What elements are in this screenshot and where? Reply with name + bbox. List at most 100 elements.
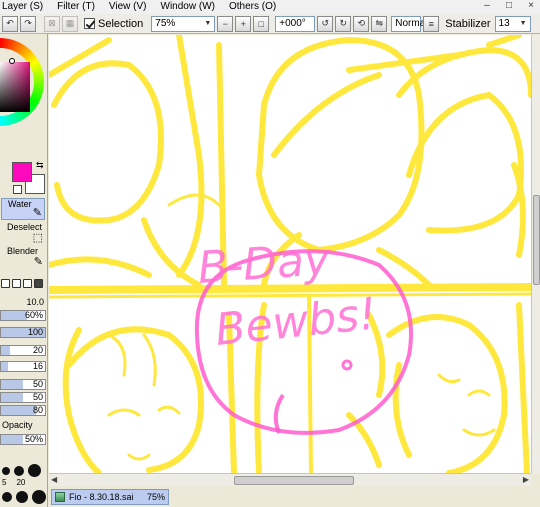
window-controls: – □ × <box>480 0 538 12</box>
brush-size-presets-2 <box>0 490 47 504</box>
param-fill-1 <box>1 346 10 355</box>
tool-water-label: Water <box>8 199 32 209</box>
document-tab[interactable]: Fio - 8.30.18.sai 75% <box>51 489 169 505</box>
menu-window[interactable]: Window (W) <box>154 1 222 13</box>
color-picker-marker[interactable] <box>9 58 15 64</box>
document-name: Fio - 8.30.18.sai <box>69 492 134 502</box>
vertical-scrollbar[interactable] <box>531 35 540 473</box>
brush-icon: ✎ <box>32 207 42 219</box>
menu-lines-icon[interactable]: ≡ <box>423 15 440 32</box>
tool-deselect-label: Deselect <box>7 222 43 232</box>
preset-label-1: 5 <box>2 478 7 487</box>
deselect-icon[interactable]: ⊠ <box>44 15 60 32</box>
rotate-right-icon[interactable]: ↻ <box>335 15 352 32</box>
pink-dot <box>341 359 353 371</box>
param-value-2: 16 <box>32 361 43 371</box>
tool-deselect[interactable]: Deselect ⬚ <box>1 222 45 244</box>
toolbar: ↶ ↷ ⊠ ▦ Selection 75% ▼ − + □ +000° ↺ ↻ … <box>0 14 540 34</box>
preset-circle-6[interactable] <box>32 490 46 504</box>
param-value-3: 50 <box>32 379 43 389</box>
default-colors-icon[interactable] <box>13 185 22 194</box>
flip-icon[interactable]: ⇋ <box>371 15 388 32</box>
brush-size[interactable]: 10.0 <box>0 297 46 309</box>
brush-shape-4[interactable] <box>34 279 43 288</box>
opacity-fill <box>1 435 23 444</box>
rotate-left-icon[interactable]: ↺ <box>317 15 334 32</box>
zoom-out-icon[interactable]: − <box>217 15 234 32</box>
menu-others[interactable]: Others (O) <box>222 1 283 13</box>
menu-layer[interactable]: Layer (S) <box>2 1 50 13</box>
zoom-reset-icon[interactable]: □ <box>253 15 270 32</box>
brush-size-value: 10.0 <box>26 297 44 307</box>
param-value-1: 20 <box>32 345 43 355</box>
mode-select[interactable]: Normal <box>391 15 428 32</box>
param-value-5: 80 <box>32 405 43 415</box>
left-panel: ⇆ Water ✎ Deselect ⬚ Blender ✎ 10.0 60% … <box>0 34 48 507</box>
redo-icon[interactable]: ↷ <box>20 15 36 32</box>
chevron-down-icon: ▼ <box>204 20 212 27</box>
minimize-button[interactable]: – <box>480 0 494 12</box>
horizontal-scroll-thumb[interactable] <box>234 476 354 485</box>
stabilizer-label: Stabilizer <box>445 17 491 30</box>
opacity-slider[interactable]: 50% <box>0 434 46 445</box>
dotted-square-icon: ⬚ <box>32 232 43 244</box>
zoom-value: 75% <box>155 18 176 29</box>
param-fill-2 <box>1 362 9 371</box>
invert-selection-icon[interactable]: ▦ <box>62 15 78 32</box>
vertical-scroll-thumb[interactable] <box>533 195 540 285</box>
tool-blender[interactable]: Blender ✎ <box>1 246 45 268</box>
swap-colors-icon[interactable]: ⇆ <box>36 160 44 171</box>
min-size-slider[interactable]: 60% <box>0 310 46 321</box>
preset-circle-5[interactable] <box>16 491 28 503</box>
sketch-artwork: B-Day Bewbs! <box>49 35 531 473</box>
param-slider-5[interactable]: 80 <box>0 405 46 416</box>
maximize-button[interactable]: □ <box>502 0 516 12</box>
opacity-label: Opacity <box>2 420 33 430</box>
horizontal-scrollbar[interactable]: ◀ ▶ <box>49 473 531 486</box>
opacity-value: 50% <box>24 434 43 444</box>
rotation-field[interactable]: +000° <box>275 15 316 32</box>
zoom-in-icon[interactable]: + <box>235 15 252 32</box>
scroll-right-icon[interactable]: ▶ <box>523 475 529 484</box>
brush-shape-1[interactable] <box>1 279 10 288</box>
param-value-4: 50 <box>32 392 43 402</box>
menu-filter[interactable]: Filter (T) <box>50 1 102 13</box>
zoom-select[interactable]: 75% ▼ <box>151 15 216 32</box>
preset-circle-1[interactable] <box>2 467 10 475</box>
param-fill-3 <box>1 380 23 389</box>
brush-shape-2[interactable] <box>12 279 21 288</box>
param-slider-4[interactable]: 50 <box>0 392 46 403</box>
pink-stroke <box>273 393 285 434</box>
rotate-reset-icon[interactable]: ⟲ <box>353 15 370 32</box>
menu-view[interactable]: View (V) <box>102 1 154 13</box>
brush-shape-row <box>0 279 47 293</box>
preset-circle-4[interactable] <box>2 492 12 502</box>
brush-size-presets <box>0 464 47 477</box>
density-value: 100 <box>27 327 43 337</box>
preset-circle-3[interactable] <box>28 464 41 477</box>
drawing-canvas[interactable]: B-Day Bewbs! <box>49 35 531 473</box>
min-size-value: 60% <box>24 310 43 320</box>
close-button[interactable]: × <box>524 0 538 12</box>
scroll-left-icon[interactable]: ◀ <box>51 475 57 484</box>
blender-icon: ✎ <box>33 256 43 268</box>
param-slider-2[interactable]: 16 <box>0 361 46 372</box>
preset-circle-2[interactable] <box>14 466 24 476</box>
param-slider-1[interactable]: 20 <box>0 345 46 356</box>
stabilizer-value: 13 <box>498 18 510 29</box>
preset-labels: 5 20 <box>2 478 25 487</box>
density-slider[interactable]: 100 <box>0 327 46 338</box>
param-fill-4 <box>1 393 23 402</box>
undo-icon[interactable]: ↶ <box>2 15 18 32</box>
color-square[interactable] <box>0 62 30 112</box>
min-size-fill <box>1 311 28 320</box>
tool-water[interactable]: Water ✎ <box>1 198 45 220</box>
document-icon <box>55 492 65 502</box>
stabilizer-select[interactable]: 13 ▼ <box>494 15 531 32</box>
selection-checkbox[interactable] <box>84 18 95 29</box>
param-slider-3[interactable]: 50 <box>0 379 46 390</box>
param-fill-5 <box>1 406 37 415</box>
foreground-color-swatch[interactable] <box>12 162 32 182</box>
brush-shape-3[interactable] <box>23 279 32 288</box>
canvas-title-line2: Bewbs! <box>213 288 379 356</box>
